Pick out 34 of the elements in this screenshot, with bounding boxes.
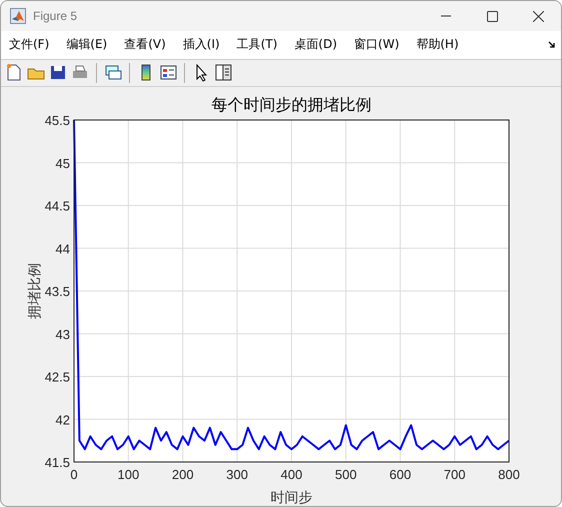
dock-arrow-icon[interactable] bbox=[548, 41, 556, 49]
menu-item[interactable]: 工具(T) bbox=[236, 36, 278, 54]
x-tick-label: 200 bbox=[172, 466, 194, 482]
x-tick-label: 500 bbox=[335, 466, 357, 482]
y-tick-label: 43.5 bbox=[44, 284, 70, 299]
x-tick-label: 600 bbox=[389, 466, 412, 482]
y-tick-label: 41.5 bbox=[44, 454, 70, 470]
menu-item[interactable]: 窗口(W) bbox=[354, 36, 400, 54]
x-tick-label: 300 bbox=[226, 466, 248, 482]
y-tick-label: 44.5 bbox=[44, 198, 70, 214]
menu-item[interactable]: 插入(I) bbox=[182, 36, 220, 54]
y-tick-label: 42.5 bbox=[44, 369, 70, 384]
y-tick-label: 45.5 bbox=[44, 112, 70, 128]
menu-item[interactable]: 帮助(H) bbox=[416, 36, 459, 54]
menu-item[interactable]: 文件(F) bbox=[9, 36, 50, 54]
x-tick-label: 400 bbox=[280, 466, 302, 482]
menu-item[interactable]: 桌面(D) bbox=[294, 36, 338, 54]
x-tick-label: 800 bbox=[498, 466, 520, 482]
x-tick-label: 700 bbox=[444, 466, 466, 482]
window-title: Figure 5 bbox=[33, 9, 78, 23]
y-tick-label: 45 bbox=[56, 156, 70, 171]
y-tick-label: 43 bbox=[56, 326, 70, 342]
chart-title: 每个时间步的拥堵比例 bbox=[212, 94, 372, 114]
y-axis-label: 拥堵比例 bbox=[27, 262, 43, 319]
x-tick-label: 0 bbox=[70, 466, 78, 482]
x-axis-label: 时间步 bbox=[270, 490, 312, 506]
menu-item[interactable]: 编辑(E) bbox=[66, 36, 108, 54]
app-logo-icon bbox=[10, 8, 26, 24]
y-tick-label: 44 bbox=[56, 241, 70, 256]
x-tick-label: 100 bbox=[118, 466, 140, 482]
y-tick-label: 42 bbox=[56, 412, 70, 428]
maximize-icon[interactable] bbox=[486, 10, 498, 22]
close-icon[interactable] bbox=[532, 10, 544, 22]
menu-item[interactable]: 查看(V) bbox=[124, 36, 166, 54]
